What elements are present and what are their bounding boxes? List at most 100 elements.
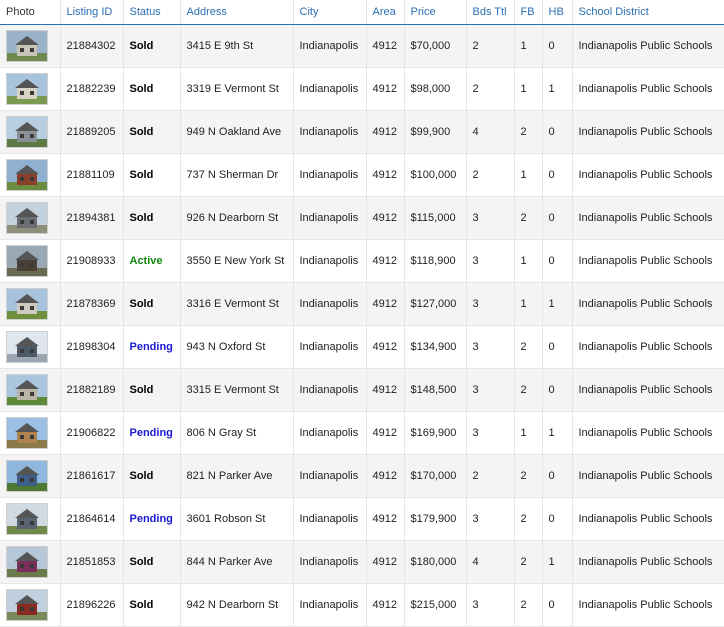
city-cell: Indianapolis <box>293 454 367 498</box>
table-row[interactable]: 21908933 Active 3550 E New York St Indianap… <box>0 239 724 283</box>
column-header-bds-ttl[interactable]: Bds Ttl <box>466 0 515 25</box>
city-cell: Indianapolis <box>293 540 367 584</box>
house-photo[interactable] <box>6 202 48 234</box>
beds-total-cell: 3 <box>466 239 515 283</box>
house-photo[interactable] <box>6 331 48 363</box>
address-cell: 3316 E Vermont St <box>180 282 294 326</box>
address-cell: 737 N Sherman Dr <box>180 153 294 197</box>
address-cell: 949 N Oakland Ave <box>180 110 294 154</box>
listing-id-cell: 21896226 <box>60 583 124 627</box>
house-photo[interactable] <box>6 245 48 277</box>
table-row[interactable]: 21864614 Pending 3601 Robson St Indianapoli… <box>0 497 724 541</box>
half-baths-cell: 0 <box>542 368 573 412</box>
photo-cell <box>0 110 61 154</box>
photo-cell <box>0 540 61 584</box>
house-photo[interactable] <box>6 159 48 191</box>
status-cell: Sold <box>123 282 181 326</box>
listing-id-cell: 21889205 <box>60 110 124 154</box>
price-cell: $127,000 <box>404 282 467 326</box>
house-photo[interactable] <box>6 503 48 535</box>
table-row[interactable]: 21882239 Sold 3319 E Vermont St Indianapoli… <box>0 67 724 111</box>
column-header-listing-id[interactable]: Listing ID <box>60 0 124 25</box>
full-baths-cell: 1 <box>514 411 543 455</box>
price-cell: $179,900 <box>404 497 467 541</box>
school-district-cell: Indianapolis Public Schools <box>572 583 724 627</box>
area-cell: 4912 <box>366 239 405 283</box>
column-header-city[interactable]: City <box>293 0 367 25</box>
listing-id-cell: 21861617 <box>60 454 124 498</box>
beds-total-cell: 3 <box>466 325 515 369</box>
table-row[interactable]: 21884302 Sold 3415 E 9th St Indianapolis 491… <box>0 24 724 68</box>
listing-id-cell: 21906822 <box>60 411 124 455</box>
photo-cell <box>0 282 61 326</box>
listing-id-cell: 21908933 <box>60 239 124 283</box>
house-photo[interactable] <box>6 116 48 148</box>
city-cell: Indianapolis <box>293 24 367 68</box>
listing-id-cell: 21881109 <box>60 153 124 197</box>
half-baths-cell: 1 <box>542 411 573 455</box>
address-cell: 844 N Parker Ave <box>180 540 294 584</box>
city-cell: Indianapolis <box>293 239 367 283</box>
full-baths-cell: 1 <box>514 24 543 68</box>
city-cell: Indianapolis <box>293 153 367 197</box>
table-row[interactable]: 21861617 Sold 821 N Parker Ave Indianapolis… <box>0 454 724 498</box>
price-cell: $180,000 <box>404 540 467 584</box>
beds-total-cell: 2 <box>466 153 515 197</box>
half-baths-cell: 0 <box>542 583 573 627</box>
half-baths-cell: 1 <box>542 540 573 584</box>
table-row[interactable]: 21894381 Sold 926 N Dearborn St Indianapoli… <box>0 196 724 240</box>
beds-total-cell: 3 <box>466 583 515 627</box>
full-baths-cell: 2 <box>514 110 543 154</box>
table-row[interactable]: 21898304 Pending 943 N Oxford St Indianapol… <box>0 325 724 369</box>
price-cell: $134,900 <box>404 325 467 369</box>
beds-total-cell: 3 <box>466 196 515 240</box>
house-photo[interactable] <box>6 460 48 492</box>
photo-cell <box>0 153 61 197</box>
full-baths-cell: 2 <box>514 583 543 627</box>
price-cell: $148,500 <box>404 368 467 412</box>
house-photo[interactable] <box>6 546 48 578</box>
area-cell: 4912 <box>366 583 405 627</box>
area-cell: 4912 <box>366 196 405 240</box>
beds-total-cell: 4 <box>466 110 515 154</box>
beds-total-cell: 2 <box>466 454 515 498</box>
column-header-address[interactable]: Address <box>180 0 294 25</box>
column-header-fb[interactable]: FB <box>514 0 543 25</box>
photo-cell <box>0 325 61 369</box>
table-row[interactable]: 21906822 Pending 806 N Gray St Indianapolis… <box>0 411 724 455</box>
table-row[interactable]: 21878369 Sold 3316 E Vermont St Indianapoli… <box>0 282 724 326</box>
address-cell: 821 N Parker Ave <box>180 454 294 498</box>
column-header-hb[interactable]: HB <box>542 0 573 25</box>
price-cell: $115,000 <box>404 196 467 240</box>
house-photo[interactable] <box>6 30 48 62</box>
photo-cell <box>0 583 61 627</box>
column-header-area[interactable]: Area <box>366 0 405 25</box>
house-photo[interactable] <box>6 374 48 406</box>
photo-cell <box>0 196 61 240</box>
table-row[interactable]: 21882189 Sold 3315 E Vermont St Indianapoli… <box>0 368 724 412</box>
area-cell: 4912 <box>366 67 405 111</box>
city-cell: Indianapolis <box>293 196 367 240</box>
table-row[interactable]: 21896226 Sold 942 N Dearborn St Indianapoli… <box>0 583 724 627</box>
table-row[interactable]: 21889205 Sold 949 N Oakland Ave Indianapoli… <box>0 110 724 154</box>
listings-table: Photo Listing ID Status Address City Are… <box>0 0 724 627</box>
column-header-school-district[interactable]: School District <box>572 0 724 25</box>
school-district-cell: Indianapolis Public Schools <box>572 454 724 498</box>
school-district-cell: Indianapolis Public Schools <box>572 196 724 240</box>
half-baths-cell: 0 <box>542 196 573 240</box>
house-photo[interactable] <box>6 589 48 621</box>
listing-id-cell: 21851853 <box>60 540 124 584</box>
house-photo[interactable] <box>6 288 48 320</box>
house-photo[interactable] <box>6 417 48 449</box>
photo-cell <box>0 368 61 412</box>
address-cell: 926 N Dearborn St <box>180 196 294 240</box>
area-cell: 4912 <box>366 325 405 369</box>
full-baths-cell: 2 <box>514 454 543 498</box>
column-header-status[interactable]: Status <box>123 0 181 25</box>
house-photo[interactable] <box>6 73 48 105</box>
half-baths-cell: 0 <box>542 497 573 541</box>
table-row[interactable]: 21851853 Sold 844 N Parker Ave Indianapolis… <box>0 540 724 584</box>
status-cell: Sold <box>123 24 181 68</box>
table-row[interactable]: 21881109 Sold 737 N Sherman Dr Indianapolis… <box>0 153 724 197</box>
column-header-price[interactable]: Price <box>404 0 467 25</box>
